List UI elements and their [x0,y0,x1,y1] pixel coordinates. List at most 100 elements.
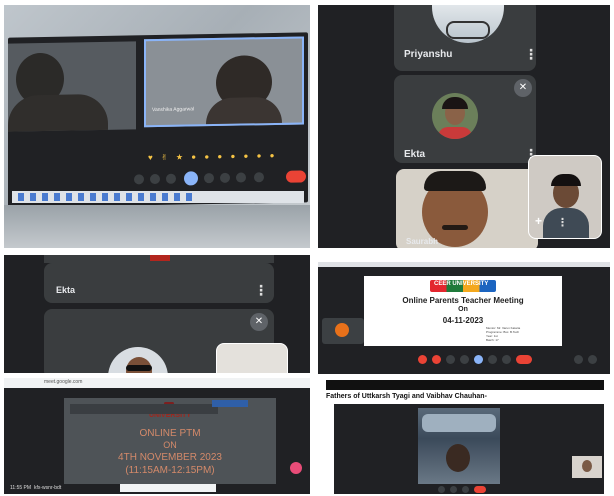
slide-on: On [458,306,468,313]
emoji-button[interactable] [150,173,160,185]
meeting-code: kfx-wsnr-bdt [34,485,62,491]
top-tile-edge [44,255,274,263]
panel-ptm-slide: CEER UNIVERSITY Online Parents Teacher M… [318,262,610,374]
meeting-control-bar [318,352,610,368]
present-button[interactable] [462,486,469,493]
reaction-bar: ♥ ✌ ★ ● ● ● ● ● ● ● [148,150,278,163]
top-black-bar [326,380,604,390]
meeting-control-bar [334,484,604,494]
participant-tile[interactable]: Ekta ⋮ [44,263,274,303]
participant-avatar[interactable] [290,462,302,474]
time-label: 11:55 PM [10,485,32,491]
chat-button[interactable] [254,172,264,183]
add-icon[interactable]: + [535,214,542,228]
camera-button[interactable] [432,355,441,364]
face [582,460,592,472]
panel-online-ptm: meet.google.com UNIVERSITY ONLINE PTM ON… [4,378,310,494]
participant-name: Priyanshu [404,49,453,60]
hair [551,174,581,186]
sunglasses [126,365,152,371]
more-options-icon[interactable]: ⋮ [557,218,568,229]
laptop-screen: Vanshika Aggarwal ♥ ✌ ★ ● ● ● ● ● ● ● [8,32,308,208]
red-accent [150,255,170,261]
ptm-title: ONLINE PTM [139,428,201,439]
self-view-tile[interactable]: Saurabh [396,169,538,248]
pip-tile[interactable] [216,343,288,373]
panel-mobile-ekta: Ekta ⋮ ✕ [4,255,310,373]
face [446,444,470,472]
car-window [422,414,496,432]
present-button[interactable] [474,355,483,364]
bottom-bar: 11:55 PM kfx-wsnr-bdt [4,484,310,494]
participant-name: Ekta [56,285,76,295]
camera-button[interactable] [450,486,457,493]
chat-button[interactable] [588,355,597,364]
more-options-icon[interactable]: ⋮ [254,283,268,297]
presenter-tile[interactable] [322,318,364,344]
participant-shoulders [8,93,108,132]
participant-shoulders [206,96,282,125]
end-call-button[interactable] [516,355,532,364]
popup-button[interactable] [212,400,248,407]
more-options-icon[interactable]: ⋮ [524,47,536,61]
logo-text: CEER UNIVERSITY [434,281,489,287]
mic-button[interactable] [220,172,230,183]
video-tile-right: Vanshika Aggarwal [144,36,304,128]
more-options-button[interactable] [502,355,511,364]
participant-name-label: Vanshika Aggarwal [152,106,195,114]
slide-details: Mentor: Mr. Varun Kataria Programme: Bsc… [486,326,560,342]
participant-tile[interactable]: Priyanshu ⋮ [394,5,536,71]
bicycle-icon [446,21,490,39]
more-options-button[interactable] [204,173,214,184]
university-logo: CEER UNIVERSITY [430,280,496,292]
video-tile-left [8,41,136,132]
avatar [432,5,504,43]
mustache [442,225,468,230]
participant-name: Ekta [404,149,426,160]
avatar [108,347,168,373]
caption-overlay [120,484,216,492]
panel-mobile-meet: Priyanshu ⋮ ✕ Ekta ⋮ Saurabh + ⋮ [318,5,610,248]
ptm-date: 4TH NOVEMBER 2023 [118,452,222,463]
avatar [335,323,349,337]
panel-fathers-video: Fathers of Uttkarsh Tyagi and Vaibhav Ch… [318,380,610,494]
mic-off-icon: ✕ [514,79,532,97]
panel-laptop-photo: Vanshika Aggarwal ♥ ✌ ★ ● ● ● ● ● ● ● [4,5,310,248]
people-button[interactable] [574,355,583,364]
browser-tab-strip [318,262,610,267]
raise-hand-button[interactable] [184,171,198,186]
slide-area: CEER UNIVERSITY Online Parents Teacher M… [364,276,562,346]
participant-tile[interactable]: ✕ Ekta ⋮ [394,75,536,163]
camera-button[interactable] [236,172,246,183]
mic-button[interactable] [438,486,445,493]
hair [442,97,468,109]
end-call-button[interactable] [286,170,306,183]
self-pip[interactable] [572,456,602,478]
taskbar-icons [18,193,198,201]
hair [424,171,486,191]
caption-text: Fathers of Uttkarsh Tyagi and Vaibhav Ch… [326,393,487,400]
emoji-button[interactable] [460,355,469,364]
pip-tile[interactable]: + ⋮ [528,155,602,239]
url-text[interactable]: meet.google.com [44,379,82,385]
mic-button[interactable] [418,355,427,364]
present-button[interactable] [166,173,176,184]
taskbar [12,191,304,203]
mic-off-icon: ✕ [250,313,268,331]
avatar [432,93,478,139]
main-video-tile [418,408,500,484]
end-call-button[interactable] [474,486,486,493]
popup-overlay[interactable] [70,404,218,414]
ptm-on: ON [163,440,177,450]
captions-button[interactable] [446,355,455,364]
detail-line: Batch: 17 [486,338,499,342]
meeting-control-bar [8,166,308,191]
browser-address-bar: meet.google.com [4,378,310,388]
captions-button[interactable] [134,174,144,185]
meet-screen [334,404,604,494]
laptop-bezel [4,205,310,248]
raise-hand-button[interactable] [488,355,497,364]
slide-title: Online Parents Teacher Meeting [402,296,524,305]
shirt [438,127,472,139]
slide-date: 04-11-2023 [442,316,484,325]
